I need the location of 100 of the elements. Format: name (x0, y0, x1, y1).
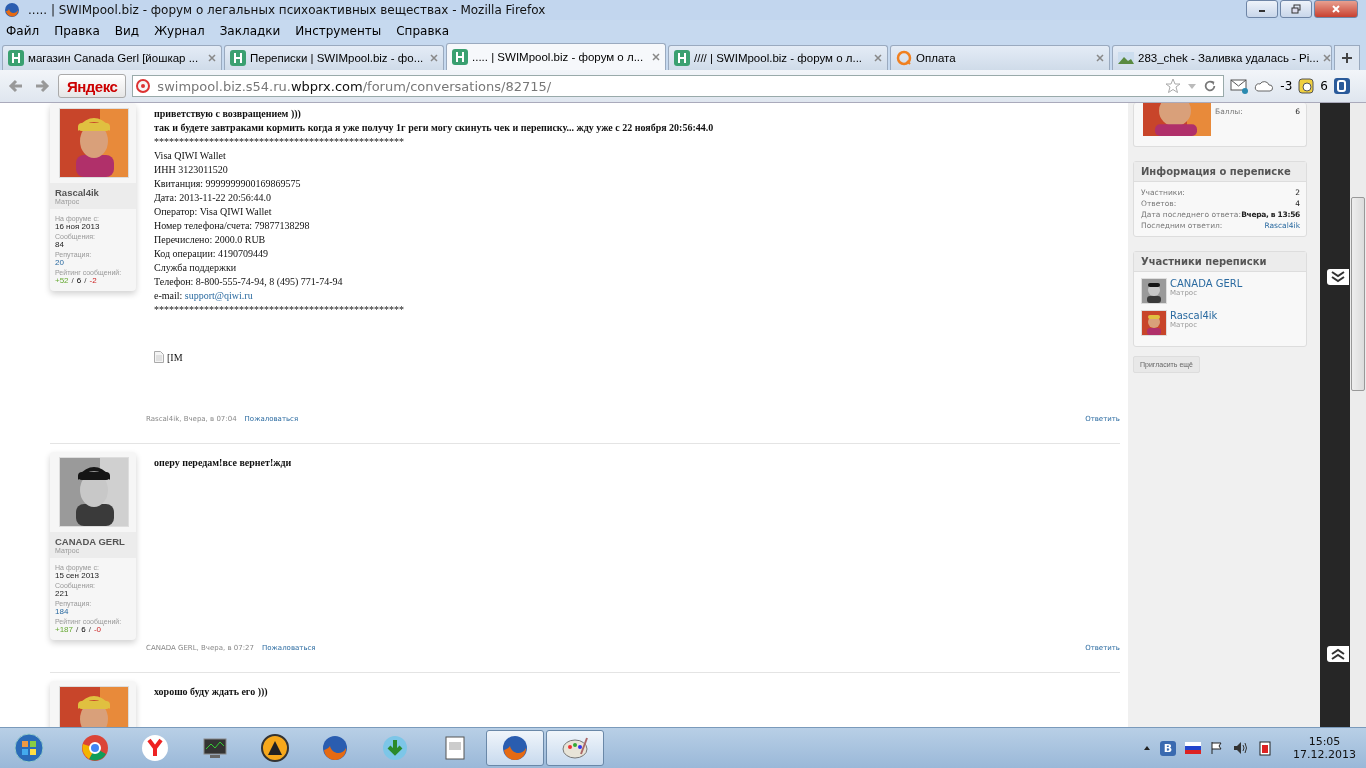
message-line: ************************************************** (154, 303, 404, 317)
download-icon (381, 734, 409, 762)
cloud-icon[interactable] (1254, 79, 1275, 93)
browser-tab[interactable]: магазин Canada Gerl [йошкар ... (2, 45, 222, 70)
firefox-icon (321, 734, 349, 762)
menu-item[interactable]: Вид (114, 24, 140, 38)
stat-value: 15 сен 2013 (55, 571, 100, 580)
positive-rating: +52 (55, 276, 69, 285)
site-icon (8, 50, 24, 66)
stat-value: 84 (55, 240, 64, 249)
volume-icon[interactable] (1233, 741, 1249, 755)
ring-icon (896, 50, 912, 66)
panel-heading: Информация о переписке (1134, 162, 1306, 182)
neutral-rating: 6 (76, 276, 82, 285)
message-line: хорошо буду ждать его ))) (154, 685, 268, 699)
chevron-up-icon (1330, 648, 1346, 660)
site-icon (230, 50, 246, 66)
clock-date[interactable]: 17.12.2013 (1293, 748, 1356, 761)
clock-icon[interactable] (1298, 78, 1315, 94)
message-line: Visa QIWI Wallet (154, 149, 226, 163)
windows-logo (14, 733, 44, 763)
stat-value[interactable]: 20 (55, 258, 131, 267)
message-line: приветствую с возвращением ))) (154, 107, 301, 121)
username[interactable]: CANADA GERL (55, 536, 131, 547)
close-tab-icon[interactable] (1096, 54, 1104, 62)
show-hidden-icons[interactable] (1142, 744, 1151, 752)
stat-value[interactable]: 184 (55, 607, 131, 616)
close-tab-icon[interactable] (208, 54, 216, 62)
message-line: Дата: 2013-11-22 20:56:44.0 (154, 191, 272, 205)
browser-tab[interactable]: //// | SWIMpool.biz - форум о л... (668, 45, 888, 70)
stat-value: 221 (55, 589, 69, 598)
participant-name[interactable]: CANADA GERL (1170, 278, 1243, 289)
menu-item[interactable]: Журнал (154, 24, 205, 38)
neutral-rating: 6 (81, 625, 86, 634)
message-line: Код операции: 4190709449 (154, 247, 269, 261)
close-tab-icon[interactable] (874, 54, 882, 62)
positive-rating: +187 (55, 625, 74, 634)
message-line: e-mail: support@qiwi.ru (154, 289, 253, 303)
reload-icon[interactable] (1203, 79, 1218, 93)
browser-tab[interactable]: ..... | SWIMpool.biz - форум о л... (446, 43, 666, 70)
reminder-count: 6 (1320, 79, 1328, 93)
message-line: Номер телефона/счета: 79877138298 (154, 219, 310, 233)
restore-icon (1291, 4, 1301, 14)
close-tab-icon[interactable] (1322, 54, 1331, 62)
file-icon (154, 351, 164, 363)
message-line: Оператор: Visa QIWI Wallet (154, 205, 272, 219)
firefox-icon (4, 2, 20, 18)
site-identity-icon[interactable] (135, 78, 152, 94)
message-line: Перечислено: 2000.0 RUB (154, 233, 266, 247)
browser-tab[interactable]: 283_chek - Заливка удалась - Pi... (1112, 45, 1332, 70)
menu-item[interactable]: Правка (54, 24, 100, 38)
message-line: ИНН 3123011520 (154, 163, 228, 177)
extension-icon[interactable] (1333, 78, 1350, 94)
message-line: оперу передам!все вернет!жди (154, 456, 292, 470)
rating-separator: / (76, 625, 79, 634)
rating-separator: / (84, 276, 87, 285)
rating-separator: / (71, 276, 74, 285)
clock-time[interactable]: 15:05 (1308, 735, 1341, 748)
rating-separator: / (88, 625, 91, 634)
action-center-icon[interactable] (1210, 741, 1224, 755)
menu-item[interactable]: Справка (396, 24, 450, 38)
back-icon[interactable] (8, 78, 24, 94)
browser-tab[interactable]: Оплата (890, 45, 1110, 70)
menu-item[interactable]: Инструменты (295, 24, 382, 38)
close-tab-icon[interactable] (430, 54, 438, 62)
window-title: ..... | SWIMpool.biz - форум о легальных психоактивных веществах - Mozilla Firefox (28, 3, 547, 17)
taskbar-app[interactable] (486, 730, 544, 766)
yandex-button[interactable]: Яндекс (58, 74, 127, 98)
message-line: Служба поддержки (154, 261, 237, 275)
star-icon[interactable] (1165, 78, 1182, 94)
message-line: Телефон: 8-800-555-74-94, 8 (495) 771-74-94 (154, 275, 343, 289)
negative-rating: -2 (89, 276, 97, 285)
new-tab-button[interactable] (1334, 45, 1360, 70)
username[interactable]: Rascal4ik (55, 187, 131, 198)
tray-badge[interactable]: B (1159, 740, 1176, 756)
mail-icon[interactable] (1230, 78, 1249, 94)
restore-button[interactable] (1280, 0, 1312, 18)
chevron-down-icon (1330, 271, 1346, 283)
weather-temperature: -3 (1280, 79, 1293, 93)
scroll-up-button[interactable] (1327, 646, 1349, 662)
menu-item[interactable]: Закладки (219, 24, 281, 38)
close-tab-icon[interactable] (652, 53, 660, 61)
message-line: ************************************************** (154, 135, 404, 149)
message-line: так и будете завтраками кормить когда я уже получу 1г реги могу скинуть чек и переписку... жду уже с 22 ноября 20:56:44.0 (154, 121, 714, 135)
scroll-down-button[interactable] (1327, 269, 1349, 285)
image-icon (1118, 50, 1134, 66)
panel-heading: Участники переписки (1134, 252, 1306, 272)
forward-icon[interactable] (34, 78, 50, 94)
address-field[interactable]: swimpool.biz.s54.ru.wbprx.com/forum/conversations/82715/ (132, 75, 1225, 97)
scrollbar[interactable] (1350, 103, 1366, 727)
menu-item[interactable]: Файл (6, 24, 40, 38)
battery-icon[interactable] (1258, 740, 1272, 756)
chrome-icon (81, 734, 109, 762)
close-button[interactable] (1314, 0, 1358, 18)
firefox-icon (501, 734, 529, 762)
minimize-button[interactable] (1246, 0, 1278, 18)
browser-tab[interactable]: Переписки | SWIMpool.biz - фо... (224, 45, 444, 70)
flag-icon[interactable] (1185, 742, 1201, 754)
email-link[interactable]: support@qiwi.ru (184, 290, 253, 301)
participant-name[interactable]: Rascal4ik (1170, 310, 1218, 321)
